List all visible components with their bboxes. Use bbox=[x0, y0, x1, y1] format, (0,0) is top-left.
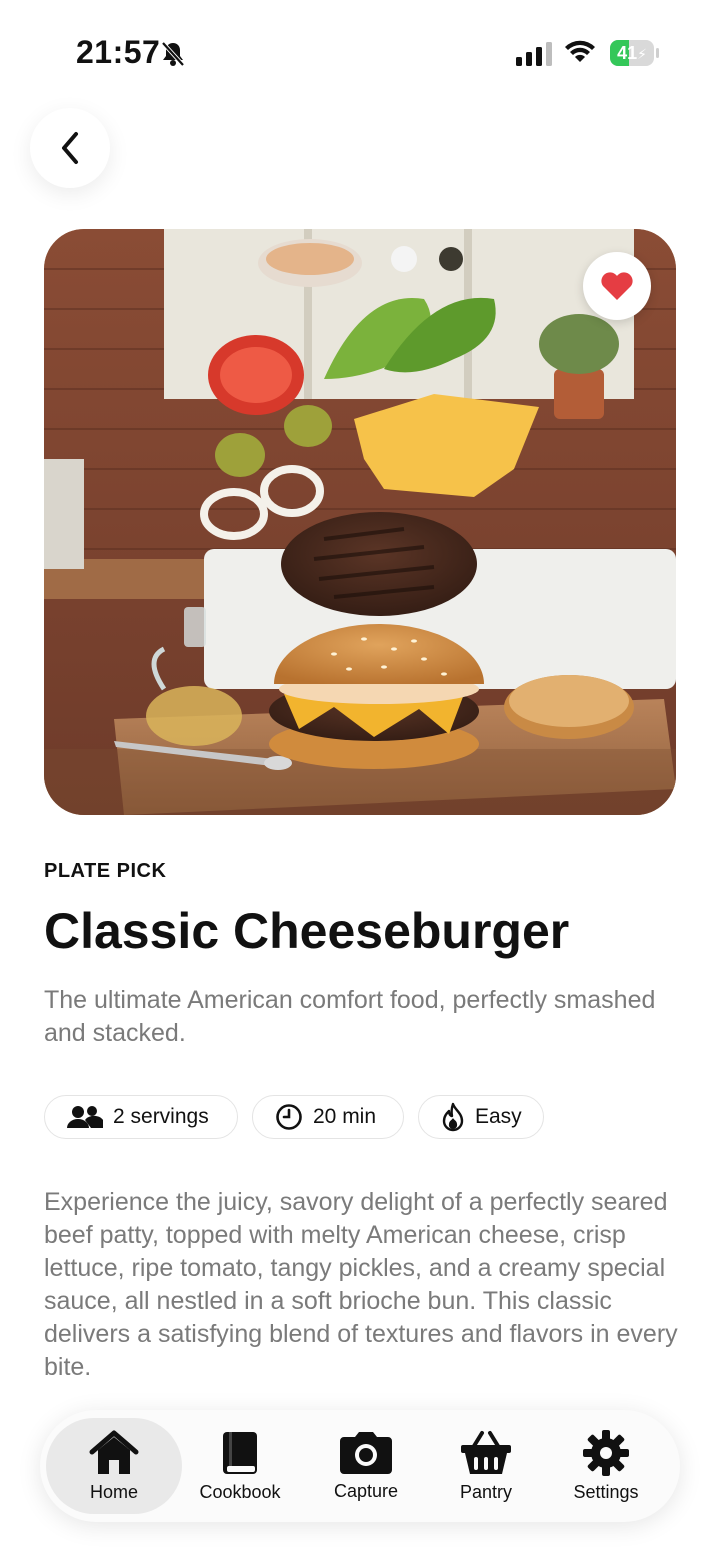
status-time: 21:57 bbox=[76, 34, 161, 70]
tab-settings-label: Settings bbox=[573, 1481, 639, 1502]
bottom-tab-bar: Home Cookbook Capture Pantry Settings bbox=[40, 1410, 680, 1522]
servings-label: 2 servings bbox=[113, 1105, 209, 1128]
tab-pantry-label: Pantry bbox=[459, 1481, 513, 1502]
book-icon bbox=[223, 1431, 257, 1474]
back-button[interactable] bbox=[30, 108, 110, 188]
recipe-title: Classic Cheeseburger bbox=[44, 903, 570, 959]
heart-icon bbox=[601, 272, 633, 300]
difficulty-label: Easy bbox=[475, 1105, 522, 1128]
favorite-button[interactable] bbox=[583, 252, 651, 320]
servings-chip: 2 servings bbox=[44, 1095, 238, 1139]
tab-pantry[interactable]: Pantry bbox=[436, 1418, 536, 1514]
signal-icon bbox=[516, 42, 552, 66]
tab-cookbook[interactable]: Cookbook bbox=[190, 1418, 290, 1514]
clock-icon bbox=[276, 1104, 302, 1130]
tab-home-label: Home bbox=[89, 1481, 138, 1502]
basket-icon bbox=[461, 1430, 511, 1474]
tab-cookbook-label: Cookbook bbox=[199, 1481, 281, 1502]
tab-capture-label: Capture bbox=[333, 1480, 399, 1501]
bell-muted-icon bbox=[161, 41, 185, 67]
tab-capture[interactable]: Capture bbox=[316, 1418, 416, 1514]
battery-level: 41 bbox=[617, 43, 638, 63]
difficulty-chip: Easy bbox=[418, 1095, 544, 1139]
recipe-eyebrow: PLATE PICK bbox=[44, 860, 167, 882]
gear-icon bbox=[583, 1429, 629, 1476]
tab-settings[interactable]: Settings bbox=[554, 1418, 658, 1514]
recipe-subtitle: The ultimate American comfort food, perf… bbox=[44, 986, 656, 1047]
home-icon bbox=[89, 1430, 139, 1474]
time-label: 20 min bbox=[313, 1105, 377, 1128]
recipe-hero-image bbox=[44, 229, 676, 815]
camera-icon bbox=[340, 1431, 392, 1474]
people-icon bbox=[67, 1106, 103, 1128]
flame-icon bbox=[442, 1102, 464, 1132]
time-chip: 20 min bbox=[252, 1095, 404, 1139]
wifi-icon bbox=[565, 40, 595, 62]
tab-home[interactable]: Home bbox=[46, 1418, 182, 1514]
status-bar: 21:57 41⚡ bbox=[0, 0, 720, 100]
chevron-left-icon bbox=[62, 132, 78, 164]
battery-icon: 41⚡ bbox=[610, 40, 659, 66]
recipe-description: Experience the juicy, savory delight of … bbox=[44, 1188, 678, 1381]
